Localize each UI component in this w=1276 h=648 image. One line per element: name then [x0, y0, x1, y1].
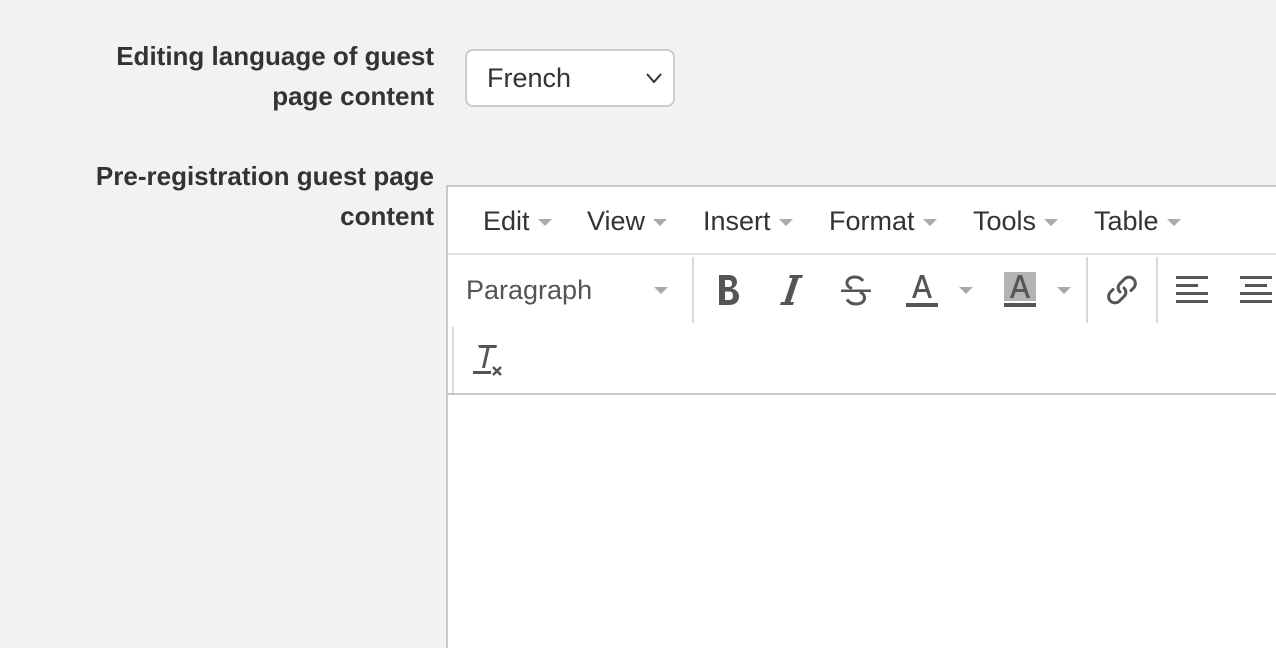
menu-format[interactable]: Format [829, 187, 937, 255]
clear-formatting-icon [473, 345, 502, 376]
menu-edit[interactable]: Edit [483, 187, 552, 255]
align-center-button[interactable] [1234, 255, 1276, 325]
background-color-dropdown[interactable] [1050, 255, 1078, 325]
menu-view-label: View [587, 205, 646, 236]
chevron-down-icon [646, 73, 662, 84]
background-color-icon [1004, 272, 1036, 307]
menu-edit-label: Edit [483, 205, 530, 236]
clear-formatting-button[interactable] [466, 325, 510, 395]
content-field-label: Pre-registration guest page content [14, 156, 434, 236]
caret-down-icon [922, 218, 937, 226]
language-field-label: Editing language of guest page content [34, 36, 434, 116]
content-label-line2: content [340, 201, 434, 231]
language-select-value: French [487, 62, 572, 93]
caret-down-icon [1166, 218, 1181, 226]
menu-insert-label: Insert [703, 205, 771, 236]
align-center-icon [1240, 276, 1272, 303]
menu-insert[interactable]: Insert [703, 187, 793, 255]
toolbar-divider [1086, 257, 1088, 323]
content-label-line1: Pre-registration guest page [95, 161, 434, 191]
menu-table-label: Table [1094, 205, 1159, 236]
align-left-button[interactable] [1170, 255, 1214, 325]
editor-menubar: Edit View Insert Format Tools Table [448, 187, 1276, 255]
toolbar-divider [452, 327, 454, 393]
rich-text-editor: Edit View Insert Format Tools Table Para… [446, 185, 1276, 648]
caret-down-icon [778, 218, 793, 226]
bold-button[interactable] [706, 255, 750, 325]
italic-button[interactable] [770, 255, 814, 325]
caret-down-icon [653, 218, 668, 226]
editor-content-area[interactable] [448, 395, 1276, 648]
caret-down-icon [1044, 218, 1059, 226]
toolbar-divider [1156, 257, 1158, 323]
text-color-dropdown[interactable] [952, 255, 980, 325]
caret-down-icon [537, 218, 552, 226]
bold-icon [719, 275, 739, 305]
caret-down-icon [654, 287, 668, 294]
italic-icon [780, 275, 803, 305]
editor-toolbar-row-1: Paragraph [448, 255, 1276, 325]
menu-view[interactable]: View [587, 187, 668, 255]
menu-tools[interactable]: Tools [973, 187, 1059, 255]
language-label-line1: Editing language of guest [116, 41, 434, 71]
menu-format-label: Format [829, 205, 915, 236]
strikethrough-button[interactable] [834, 255, 878, 325]
block-format-value: Paragraph [466, 274, 593, 305]
language-select[interactable]: French [465, 49, 675, 107]
text-color-icon [906, 275, 938, 307]
menu-table[interactable]: Table [1094, 187, 1181, 255]
editor-toolbar-row-2 [448, 325, 1276, 395]
menu-tools-label: Tools [973, 205, 1037, 236]
block-format-select[interactable]: Paragraph [466, 255, 676, 325]
link-icon [1107, 275, 1137, 305]
background-color-button[interactable] [998, 255, 1042, 325]
insert-link-button[interactable] [1100, 255, 1144, 325]
guest-page-settings: Editing language of guest page content F… [0, 0, 1276, 648]
caret-down-icon [1057, 286, 1071, 294]
strikethrough-icon [841, 275, 871, 306]
align-left-icon [1176, 276, 1208, 303]
caret-down-icon [959, 286, 973, 294]
language-label-line2: page content [272, 81, 434, 111]
text-color-button[interactable] [900, 255, 944, 325]
toolbar-divider [692, 257, 694, 323]
